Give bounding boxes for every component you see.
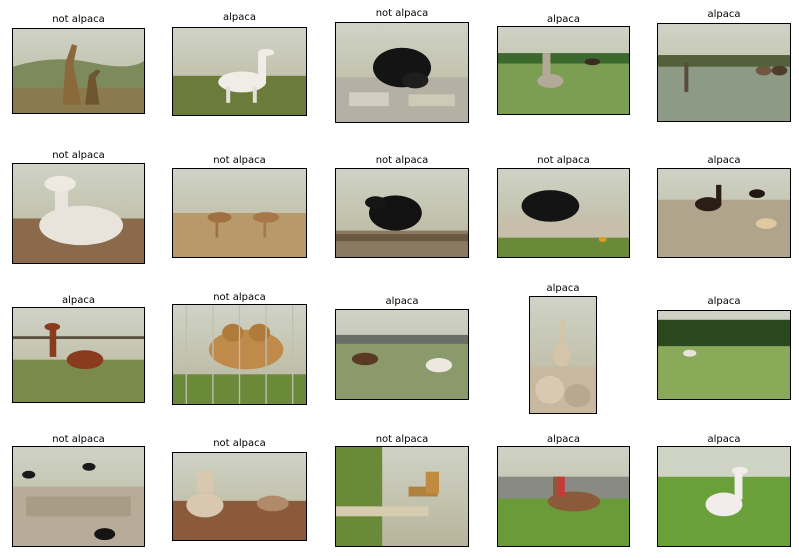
grid-cell: alpaca [497,0,630,558]
thumbnail-image [335,446,469,547]
grid-cell: not alpaca [335,0,469,558]
cell-title: not alpaca [213,438,266,449]
image-grid: not alpaca alpaca not alpaca alpaca alpaca n… [0,0,799,558]
thumbnail-image [657,446,791,547]
grid-cell: not alpaca [172,0,307,558]
thumbnail-image [497,446,630,547]
cell-title: not alpaca [375,434,429,445]
thumbnail-image [172,452,307,541]
giraffe-rotated-photo-picture [336,447,468,546]
bears-in-zoo-enclosure-picture [13,447,144,546]
white-alpaca-on-grass-field-picture [658,447,790,546]
cell-title: not alpaca [52,434,105,445]
camels-at-sunset-picture [173,453,306,540]
person-with-llama-near-stone-wall-picture [498,447,629,546]
cell-title: alpaca [546,434,580,445]
thumbnail-image [12,446,145,547]
grid-cell: alpaca [657,0,791,558]
grid-cell: not alpaca [12,0,145,558]
cell-title: alpaca [707,434,741,445]
